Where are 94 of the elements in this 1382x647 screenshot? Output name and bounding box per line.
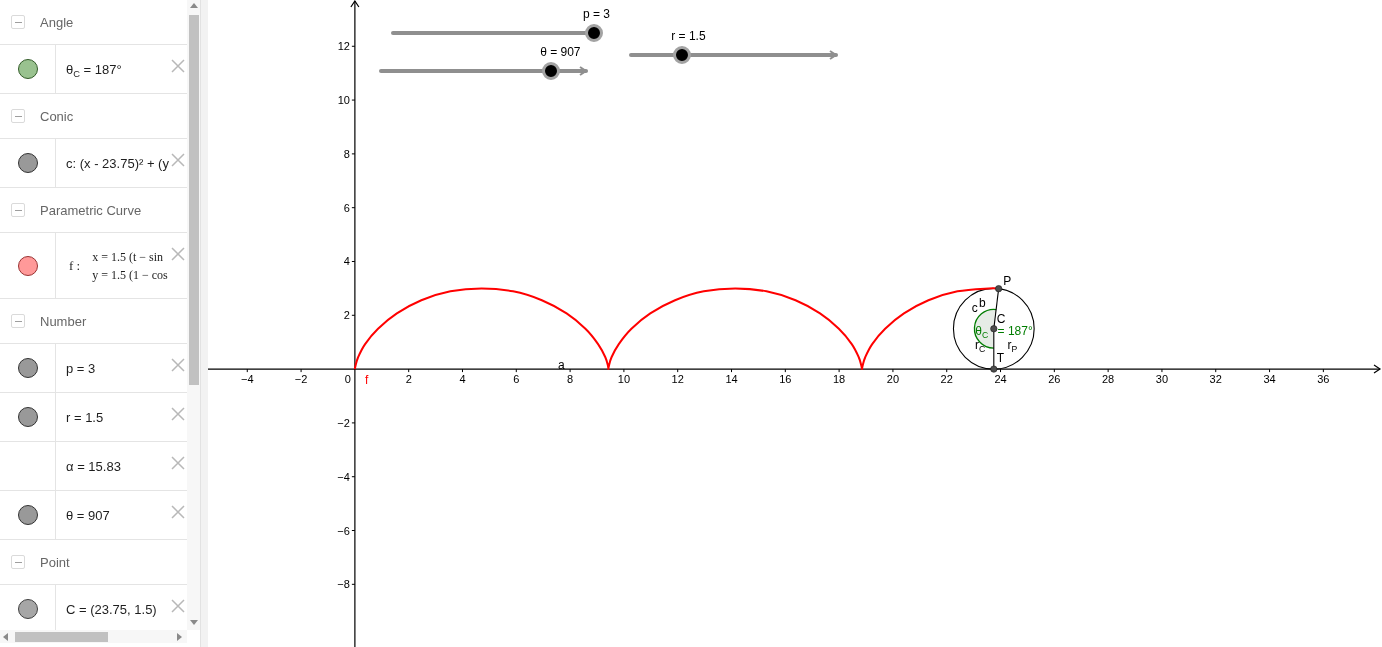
group-title: Point <box>40 554 70 570</box>
axis-tick-label: 14 <box>725 374 738 386</box>
axis-tick-label: 8 <box>567 374 574 386</box>
collapse-icon[interactable] <box>11 314 25 328</box>
color-dot-icon[interactable] <box>17 358 38 378</box>
axis-tick-label: 2 <box>343 309 350 321</box>
group-title: Angle <box>40 14 74 30</box>
slider-thumb[interactable] <box>542 62 561 80</box>
delete-icon[interactable] <box>171 407 185 421</box>
group-title: Number <box>40 313 87 329</box>
algebra-entry[interactable]: C = (23.75, 1.5) <box>66 601 157 617</box>
axis-tick-label: 24 <box>994 374 1007 386</box>
slider-label: p = 3 <box>582 7 610 21</box>
axis-tick-label: 4 <box>343 256 350 267</box>
axis-tick-label: −2 <box>337 417 350 429</box>
axis-tick-label: 2 <box>405 374 412 386</box>
slider-thumb[interactable] <box>584 24 603 42</box>
object-label: r$_{C}$ <box>974 339 986 352</box>
collapse-icon[interactable] <box>11 203 25 217</box>
axis-tick-label: 22 <box>940 374 953 386</box>
slider-label: r = 1.5 <box>671 29 706 43</box>
axis-tick-label: 12 <box>671 374 684 386</box>
collapse-icon[interactable] <box>11 109 25 123</box>
axis-tick-label: 8 <box>343 148 350 160</box>
group-title: Parametric Curve <box>40 202 142 218</box>
scrollbar-thumb[interactable] <box>15 631 108 642</box>
vertical-scrollbar[interactable] <box>187 0 200 630</box>
delete-icon[interactable] <box>171 505 185 519</box>
axis-tick-label: 28 <box>1102 374 1115 386</box>
axis-tick-label: 20 <box>886 374 900 386</box>
point-marker[interactable] <box>990 325 998 333</box>
algebra-entry[interactable]: θ = 907 <box>66 507 110 523</box>
axis-tick-label: 10 <box>617 374 630 386</box>
object-label: = 187° <box>997 325 1033 338</box>
color-dot-icon[interactable] <box>17 255 38 276</box>
delete-icon[interactable] <box>171 153 185 167</box>
scroll-up-arrow-icon[interactable] <box>189 3 198 8</box>
color-dot-icon[interactable] <box>17 599 38 619</box>
horizontal-scrollbar[interactable] <box>0 630 187 643</box>
algebra-entry[interactable]: c: (x - 23.75)² + (y <box>66 155 169 171</box>
object-label: T <box>996 351 1005 364</box>
axis-tick-label: 30 <box>1155 374 1169 386</box>
object-label: θ$_{C}$ <box>975 325 989 338</box>
delete-icon[interactable] <box>171 599 185 613</box>
object-label: a <box>558 358 565 371</box>
slider-label: θ = 907 <box>540 45 581 59</box>
algebra-entry[interactable]: θ$_{C}$ = 187° <box>66 61 122 77</box>
color-dot-icon[interactable] <box>17 505 38 525</box>
axis-tick-label: 6 <box>343 202 350 214</box>
slider-thumb[interactable] <box>673 46 692 64</box>
axis-tick-label: 16 <box>779 374 792 386</box>
color-dot-icon[interactable] <box>17 153 38 173</box>
axis-tick-label: 26 <box>1048 374 1061 386</box>
axis-tick-label: −4 <box>241 374 254 386</box>
object-label: P <box>1003 275 1012 288</box>
collapse-icon[interactable] <box>11 15 25 29</box>
axis-tick-label: 6 <box>513 374 520 386</box>
axis-tick-label: 36 <box>1317 374 1330 386</box>
delete-icon[interactable] <box>171 59 185 73</box>
collapse-icon[interactable] <box>11 555 25 569</box>
algebra-entry[interactable]: α = 15.83 <box>66 458 121 474</box>
axis-tick-label: −8 <box>337 578 350 590</box>
algebra-entry[interactable]: p = 3 <box>66 360 96 376</box>
axis-tick-label: 10 <box>337 94 350 106</box>
equation-line: y = 1.5 (1 − cos <box>92 266 168 284</box>
axis-tick-label: 32 <box>1209 374 1222 386</box>
scroll-right-arrow-icon[interactable] <box>177 632 182 641</box>
axis-tick-label: 4 <box>459 374 466 386</box>
object-label: b <box>979 297 986 310</box>
scrollbar-thumb[interactable] <box>188 15 199 385</box>
axis-tick-label: −2 <box>294 374 308 386</box>
object-label: C <box>996 313 1006 326</box>
equation-line: x = 1.5 (t − sin <box>92 248 165 266</box>
scroll-left-arrow-icon[interactable] <box>3 632 8 641</box>
axis-tick-label: 34 <box>1263 374 1276 386</box>
curve-label: f <box>364 374 369 387</box>
axis-tick-label: −4 <box>337 471 350 483</box>
point-marker[interactable] <box>995 285 1003 293</box>
object-label: r$_{P}$ <box>1007 339 1018 352</box>
color-dot-icon[interactable] <box>17 407 38 427</box>
origin-label: 0 <box>344 374 351 386</box>
axis-tick-label: −6 <box>337 525 350 536</box>
delete-icon[interactable] <box>171 247 185 261</box>
scroll-down-arrow-icon[interactable] <box>189 620 198 625</box>
axis-tick-label: 12 <box>337 40 350 52</box>
point-marker[interactable] <box>990 365 998 373</box>
color-dot-icon[interactable] <box>17 59 38 79</box>
delete-icon[interactable] <box>171 456 185 470</box>
group-title: Conic <box>40 108 74 124</box>
axis-tick-label: 18 <box>833 374 846 386</box>
curve-name: f : <box>69 257 81 274</box>
object-label: c <box>971 301 978 314</box>
delete-icon[interactable] <box>171 358 185 372</box>
algebra-entry[interactable]: r = 1.5 <box>66 409 104 425</box>
